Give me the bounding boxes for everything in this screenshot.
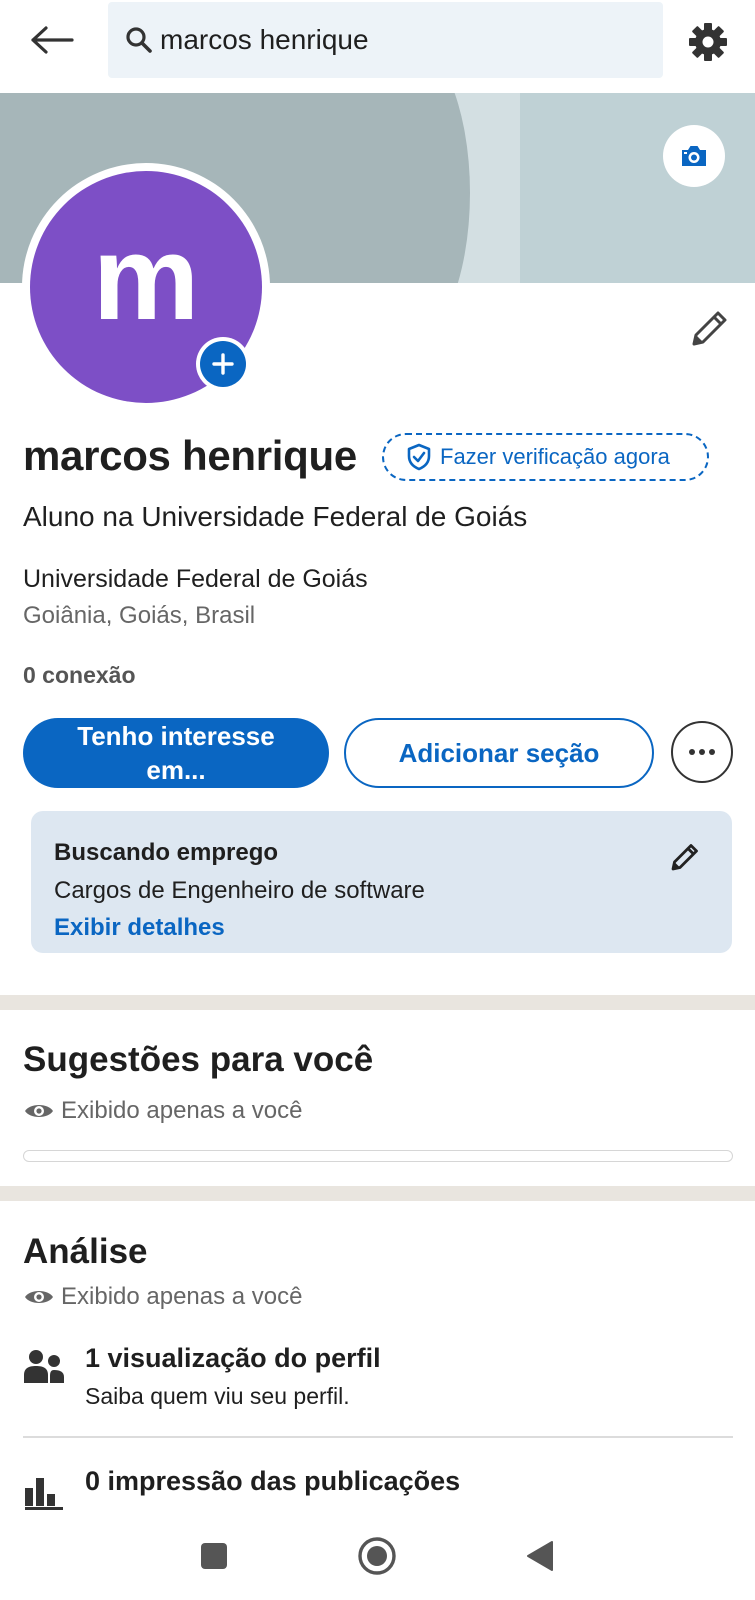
metric-divider [23,1436,733,1438]
profile-organization[interactable]: Universidade Federal de Goiás [23,565,368,594]
system-nav-bar [0,1510,755,1600]
banner-right-panel [520,93,755,283]
pencil-icon [692,311,727,346]
open-to-work-title: Buscando emprego [54,839,279,866]
search-icon [126,27,152,53]
back-nav-button[interactable] [516,1532,564,1580]
more-actions-button[interactable] [671,721,733,783]
profile-name: marcos henrique [23,432,357,479]
home-circle-icon [358,1537,396,1575]
profile-views-metric[interactable]: 1 visualização do perfil Saiba quem viu … [23,1343,733,1423]
edit-open-to-work-button[interactable] [667,839,703,875]
back-button[interactable] [26,18,78,62]
top-bar: marcos henrique [0,0,755,93]
shield-check-icon [407,443,431,471]
people-icon [24,1350,64,1383]
search-bar[interactable]: marcos henrique [108,2,663,78]
home-button[interactable] [353,1532,401,1580]
suggestions-visibility-label: Exibido apenas a você [61,1097,303,1124]
add-photo-button[interactable] [196,337,250,391]
add-section-button[interactable]: Adicionar seção [344,718,654,788]
suggestions-visibility: Exibido apenas a você [23,1097,303,1125]
ellipsis-icon [689,749,715,755]
section-divider [0,1186,755,1201]
avatar-letter: m [92,211,200,345]
analytics-visibility-label: Exibido apenas a você [61,1283,303,1310]
profile-views-title: 1 visualização do perfil [85,1343,381,1373]
analytics-visibility: Exibido apenas a você [23,1283,303,1311]
eye-icon [25,1105,53,1117]
view-details-link[interactable]: Exibir detalhes [54,914,225,942]
eye-icon [25,1291,53,1303]
bar-chart-icon [25,1478,63,1511]
open-to-button[interactable]: Tenho interesse em... [23,718,329,788]
back-arrow-icon [31,26,74,54]
search-query: marcos henrique [160,24,369,55]
banner-curve [330,93,470,283]
square-icon [201,1543,227,1569]
settings-button[interactable] [684,18,732,66]
open-to-work-roles: Cargos de Engenheiro de software [54,877,425,904]
edit-intro-button[interactable] [686,304,734,352]
gear-icon [689,23,727,61]
connections-count[interactable]: 0 conexão [23,662,136,689]
pencil-icon [671,844,698,871]
open-to-work-card[interactable]: Buscando emprego Cargos de Engenheiro de… [31,811,732,953]
profile-location: Goiânia, Goiás, Brasil [23,602,256,629]
post-impressions-title: 0 impressão das publicações [85,1466,461,1496]
profile-views-subtitle: Saiba quem viu seu perfil. [85,1383,350,1409]
triangle-back-icon [527,1541,553,1571]
section-divider [0,995,755,1010]
suggestions-progress-bar [23,1150,733,1162]
verify-now-button[interactable]: Fazer verificação agora [382,433,709,481]
suggestions-title: Sugestões para você [23,1040,374,1079]
verify-label: Fazer verificação agora [440,444,670,469]
camera-icon [682,146,706,166]
post-impressions-metric[interactable]: 0 impressão das publicações [23,1466,733,1511]
add-section-label: Adicionar seção [398,738,600,768]
plus-icon [212,353,234,375]
open-to-label: Tenho interesse em... [77,721,275,785]
analytics-title: Análise [23,1232,148,1271]
recents-button[interactable] [190,1532,238,1580]
profile-headline: Aluno na Universidade Federal de Goiás [23,501,528,532]
edit-banner-button[interactable] [663,125,725,187]
